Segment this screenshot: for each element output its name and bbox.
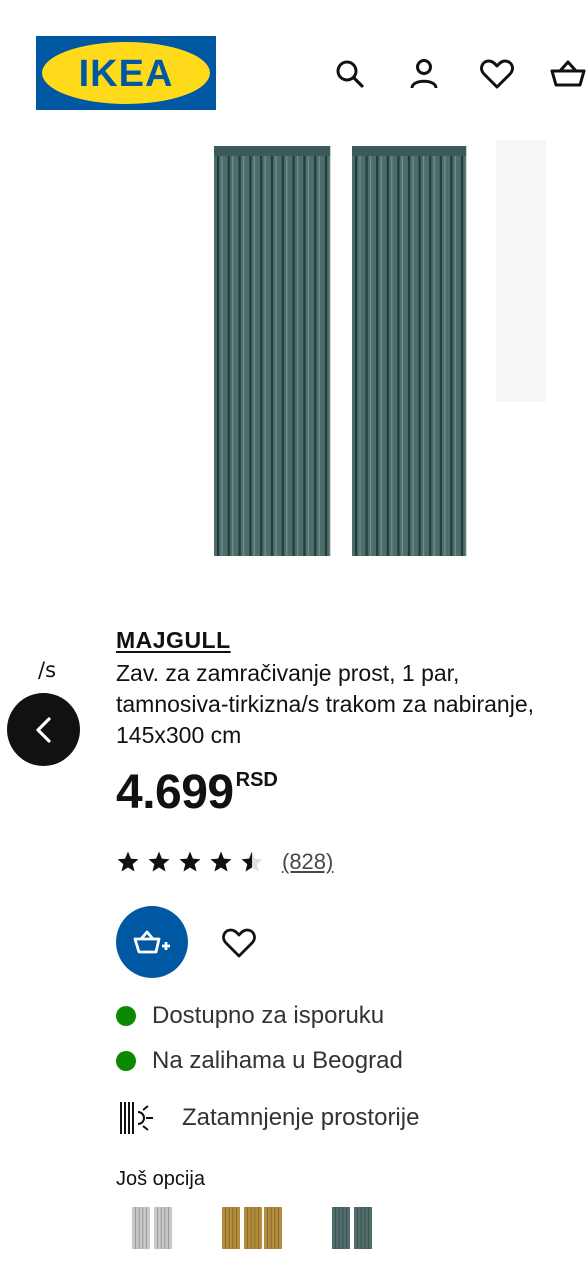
product-description: Zav. za zamračivanje prost, 1 par, tamno… (116, 660, 534, 748)
cart-icon[interactable] (548, 54, 588, 94)
availability-store-text: Na zalihama u Beograd (152, 1047, 403, 1074)
swatch-golden-brown[interactable] (216, 1200, 288, 1256)
price: 4.699 RSD (116, 765, 576, 821)
star-icon (148, 851, 170, 872)
availability-delivery-text: Dostupno za isporuku (152, 1002, 385, 1029)
svg-text:IKEA: IKEA (79, 53, 174, 95)
heart-icon[interactable] (477, 54, 517, 94)
product-name[interactable]: MAJGULL (116, 624, 576, 656)
star-icon (179, 851, 201, 872)
review-count-link[interactable]: (828) (282, 849, 333, 875)
curtain-right-panel (352, 146, 467, 556)
save-to-favourites-button[interactable] (218, 922, 260, 964)
previous-button[interactable] (7, 693, 80, 766)
star-icon (117, 851, 139, 872)
swatch-grey-turquoise[interactable] (316, 1200, 388, 1256)
rating-stars (116, 850, 264, 874)
status-dot-icon (116, 1006, 136, 1026)
blackout-icon (120, 1102, 153, 1134)
ikea-logo[interactable]: IKEA (36, 36, 216, 110)
feature-text: Zatamnjenje prostorije (182, 1104, 420, 1131)
swatch-light-grey[interactable] (116, 1200, 188, 1256)
star-icon (210, 851, 232, 872)
heart-icon (222, 928, 256, 958)
product-info: MAJGULL Zav. za zamračivanje prost, 1 pa… (116, 624, 576, 821)
add-to-cart-button[interactable] (116, 906, 188, 978)
more-options-title: Još opcija (116, 1168, 205, 1190)
chevron-left-icon (35, 716, 51, 743)
color-options (116, 1200, 388, 1256)
feature-blackout: Zatamnjenje prostorije (116, 1098, 419, 1138)
price-currency: RSD (235, 769, 278, 791)
status-dot-icon (116, 1051, 136, 1071)
add-to-cart-icon (133, 930, 170, 954)
availability-delivery: Dostupno za isporuku (116, 1000, 384, 1032)
search-icon[interactable] (330, 54, 370, 94)
rating[interactable]: (828) (116, 846, 333, 878)
header: IKEA (0, 0, 588, 140)
curtain-left-panel (214, 146, 331, 556)
price-value: 4.699 (116, 766, 234, 819)
availability-store: Na zalihama u Beograd (116, 1045, 403, 1077)
product-image[interactable] (0, 140, 588, 560)
next-image-peek-text: /s (38, 658, 57, 682)
profile-icon[interactable] (404, 54, 444, 94)
star-icon (241, 851, 263, 872)
